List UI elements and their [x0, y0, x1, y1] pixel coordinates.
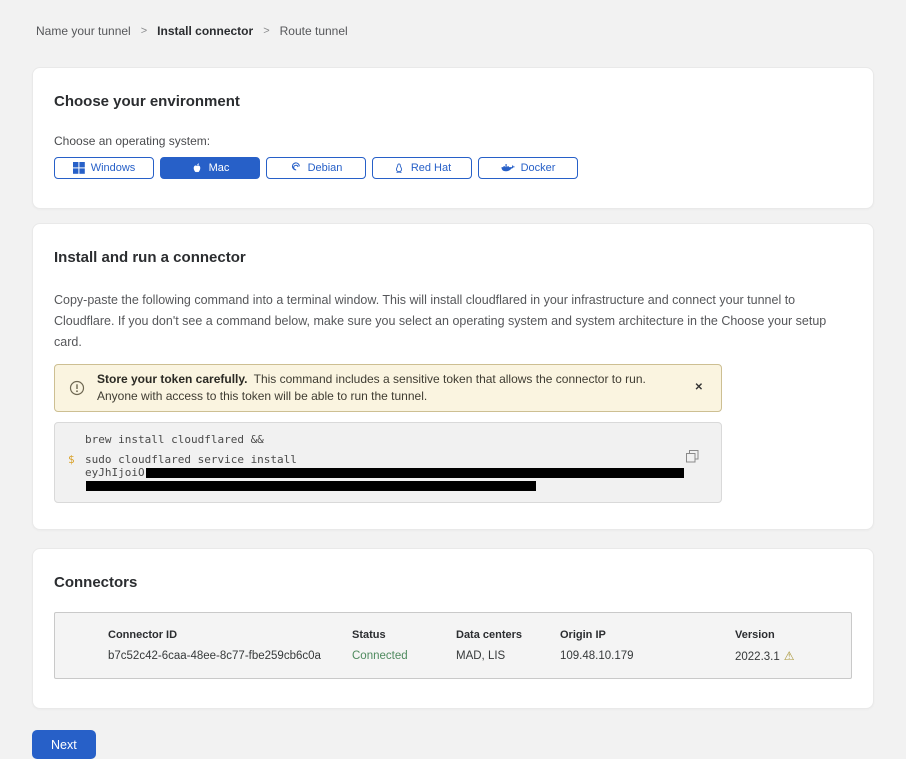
breadcrumb-separator-icon: > [263, 25, 269, 37]
redhat-icon [393, 162, 405, 175]
status-badge: Connected [352, 650, 456, 662]
environment-card: Choose your environment Choose an operat… [32, 67, 874, 209]
command-code-block: brew install cloudflared && $ sudo cloud… [54, 422, 722, 503]
shell-prompt: $ [68, 453, 75, 466]
next-button[interactable]: Next [32, 730, 96, 759]
version-warning-icon: ⚠ [784, 649, 795, 663]
header-version: Version [735, 629, 851, 641]
cell-connector-id: b7c52c42-6caa-48ee-8c77-fbe259cb6c0a [108, 650, 352, 662]
install-connector-card: Install and run a connector Copy-paste t… [32, 223, 874, 530]
cell-version: 2022.3.1⚠ [735, 649, 851, 663]
debian-swirl-icon [290, 162, 302, 174]
os-button-redhat[interactable]: Red Hat [372, 157, 472, 179]
apple-icon [191, 162, 203, 175]
breadcrumb: Name your tunnel > Install connector > R… [32, 24, 874, 38]
header-status: Status [352, 629, 456, 641]
token-warning-banner: Store your token carefully. This command… [54, 364, 722, 412]
code-line-token-continued [55, 479, 681, 492]
code-line-brew: brew install cloudflared && [55, 433, 681, 446]
os-button-mac[interactable]: Mac [160, 157, 260, 179]
environment-card-title: Choose your environment [54, 93, 852, 111]
os-button-group: Windows Mac Debian [54, 157, 852, 179]
breadcrumb-route-tunnel[interactable]: Route tunnel [280, 24, 348, 38]
warning-text: Store your token carefully. This command… [97, 371, 679, 405]
redaction-bar [86, 481, 536, 491]
install-description: Copy-paste the following command into a … [54, 290, 852, 353]
alert-circle-icon [69, 380, 85, 396]
cell-origin-ip: 109.48.10.179 [560, 650, 735, 662]
docker-whale-icon [501, 163, 515, 174]
os-select-label: Choose an operating system: [54, 134, 852, 149]
header-data-centers: Data centers [456, 629, 560, 641]
os-button-label: Mac [209, 162, 230, 174]
connectors-table-header: Connector ID Status Data centers Origin … [108, 629, 851, 641]
breadcrumb-separator-icon: > [141, 25, 147, 37]
header-connector-id: Connector ID [108, 629, 352, 641]
os-button-label: Debian [308, 162, 343, 174]
connectors-card-title: Connectors [54, 574, 852, 592]
close-icon[interactable]: ✕ [691, 381, 707, 395]
token-prefix: eyJhIjoiO [85, 466, 145, 479]
breadcrumb-install-connector[interactable]: Install connector [157, 24, 253, 38]
connectors-card: Connectors Connector ID Status Data cent… [32, 548, 874, 709]
os-button-label: Docker [521, 162, 556, 174]
header-origin-ip: Origin IP [560, 629, 735, 641]
windows-icon [73, 162, 85, 174]
os-button-docker[interactable]: Docker [478, 157, 578, 179]
code-line-sudo: $ sudo cloudflared service install [55, 453, 681, 466]
os-button-windows[interactable]: Windows [54, 157, 154, 179]
warning-title: Store your token carefully. [97, 372, 248, 386]
connectors-table: Connector ID Status Data centers Origin … [54, 612, 852, 679]
tunnel-setup-page: Name your tunnel > Install connector > R… [0, 0, 906, 759]
copy-icon[interactable] [686, 450, 699, 466]
cell-data-centers: MAD, LIS [456, 650, 560, 662]
table-row: b7c52c42-6caa-48ee-8c77-fbe259cb6c0a Con… [108, 649, 851, 663]
os-button-label: Windows [91, 162, 136, 174]
breadcrumb-name-your-tunnel[interactable]: Name your tunnel [36, 24, 131, 38]
install-card-title: Install and run a connector [54, 249, 852, 267]
code-line-token: eyJhIjoiO [55, 466, 681, 479]
redaction-bar [146, 468, 684, 478]
os-button-label: Red Hat [411, 162, 451, 174]
os-button-debian[interactable]: Debian [266, 157, 366, 179]
